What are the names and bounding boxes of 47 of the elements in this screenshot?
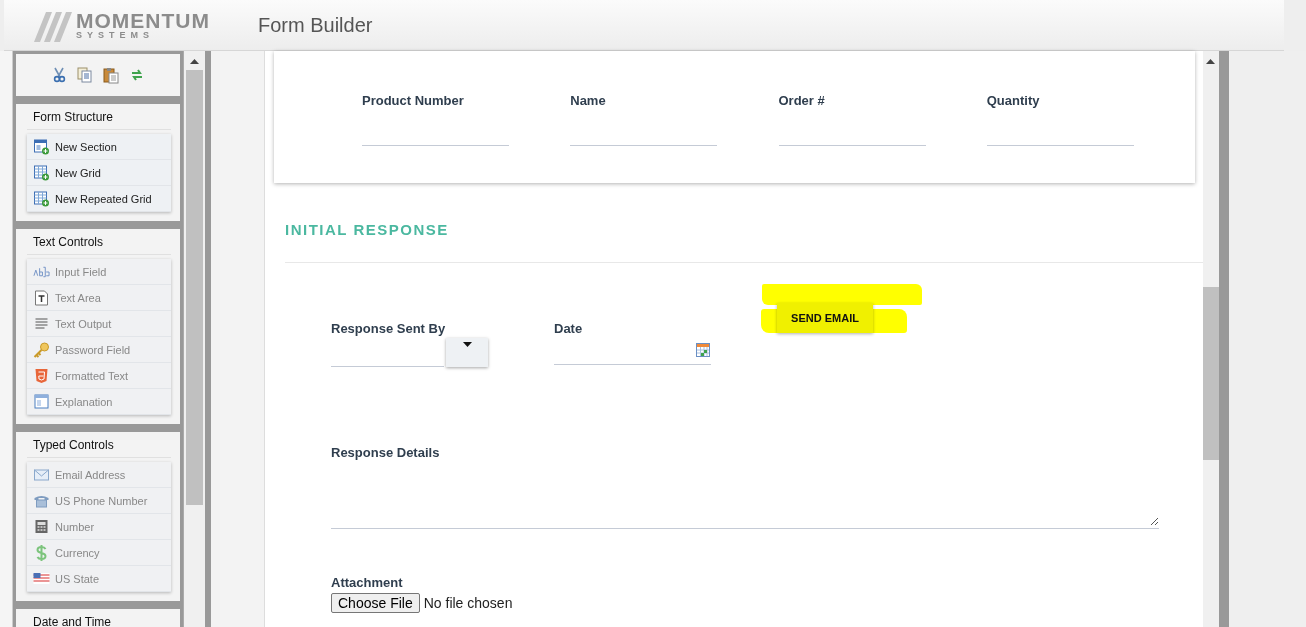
field-label: Date xyxy=(554,321,584,336)
section-title: INITIAL RESPONSE xyxy=(285,221,450,238)
telephone-icon xyxy=(33,493,50,508)
field-label: Response Details xyxy=(331,445,441,460)
scrollbar-thumb[interactable] xyxy=(186,70,203,505)
refresh-icon[interactable] xyxy=(130,68,144,82)
dropdown-button[interactable] xyxy=(446,338,488,367)
scroll-up-arrow-icon[interactable] xyxy=(190,59,199,64)
paste-icon[interactable] xyxy=(103,66,119,84)
field-label: Product Number xyxy=(362,93,465,108)
envelope-icon xyxy=(33,468,50,481)
grid-plus-icon xyxy=(33,190,50,207)
field-label: Quantity xyxy=(986,93,1041,108)
calculator-icon xyxy=(33,519,50,534)
field-label: Name xyxy=(570,93,607,108)
resize-grip-icon[interactable] xyxy=(1150,517,1159,526)
choose-file-button[interactable]: Choose File xyxy=(331,593,420,613)
caret-icon xyxy=(462,342,472,347)
page-title: Form Builder xyxy=(258,13,373,37)
panel-title: Text Controls xyxy=(27,233,171,255)
lines-icon xyxy=(33,317,50,330)
document-icon xyxy=(33,289,50,306)
grid-plus-icon xyxy=(33,164,50,181)
panel-title: Typed Controls xyxy=(27,436,171,458)
field-label: Order # xyxy=(778,93,826,108)
copy-icon[interactable] xyxy=(77,67,92,83)
field-label: Response Sent By xyxy=(331,321,447,336)
flag-icon xyxy=(33,573,50,584)
logo-subtitle: SYSTEMS xyxy=(76,31,155,40)
palette-item[interactable]: New Grid xyxy=(27,160,171,186)
scrollbar[interactable] xyxy=(183,51,205,627)
key-icon xyxy=(33,341,50,358)
palette-item[interactable]: New Section xyxy=(27,134,171,160)
field-label: Attachment xyxy=(331,575,404,590)
scroll-up-arrow-icon[interactable] xyxy=(1206,59,1215,64)
panel-title: Form Structure xyxy=(27,108,171,130)
logo-wordmark: MOMENTUM xyxy=(76,10,210,31)
panel-title: Date and Time xyxy=(27,613,171,627)
text-cursor-icon xyxy=(33,265,50,278)
window-icon xyxy=(33,394,50,409)
window-plus-icon xyxy=(33,138,50,155)
send-email-button[interactable]: SEND EMAIL xyxy=(777,303,873,333)
file-status: No file chosen xyxy=(423,595,513,611)
palette-item[interactable]: New Repeated Grid xyxy=(27,186,171,212)
shield-icon xyxy=(33,367,50,384)
calendar-icon[interactable] xyxy=(696,343,710,357)
scissors-icon[interactable] xyxy=(52,67,66,83)
